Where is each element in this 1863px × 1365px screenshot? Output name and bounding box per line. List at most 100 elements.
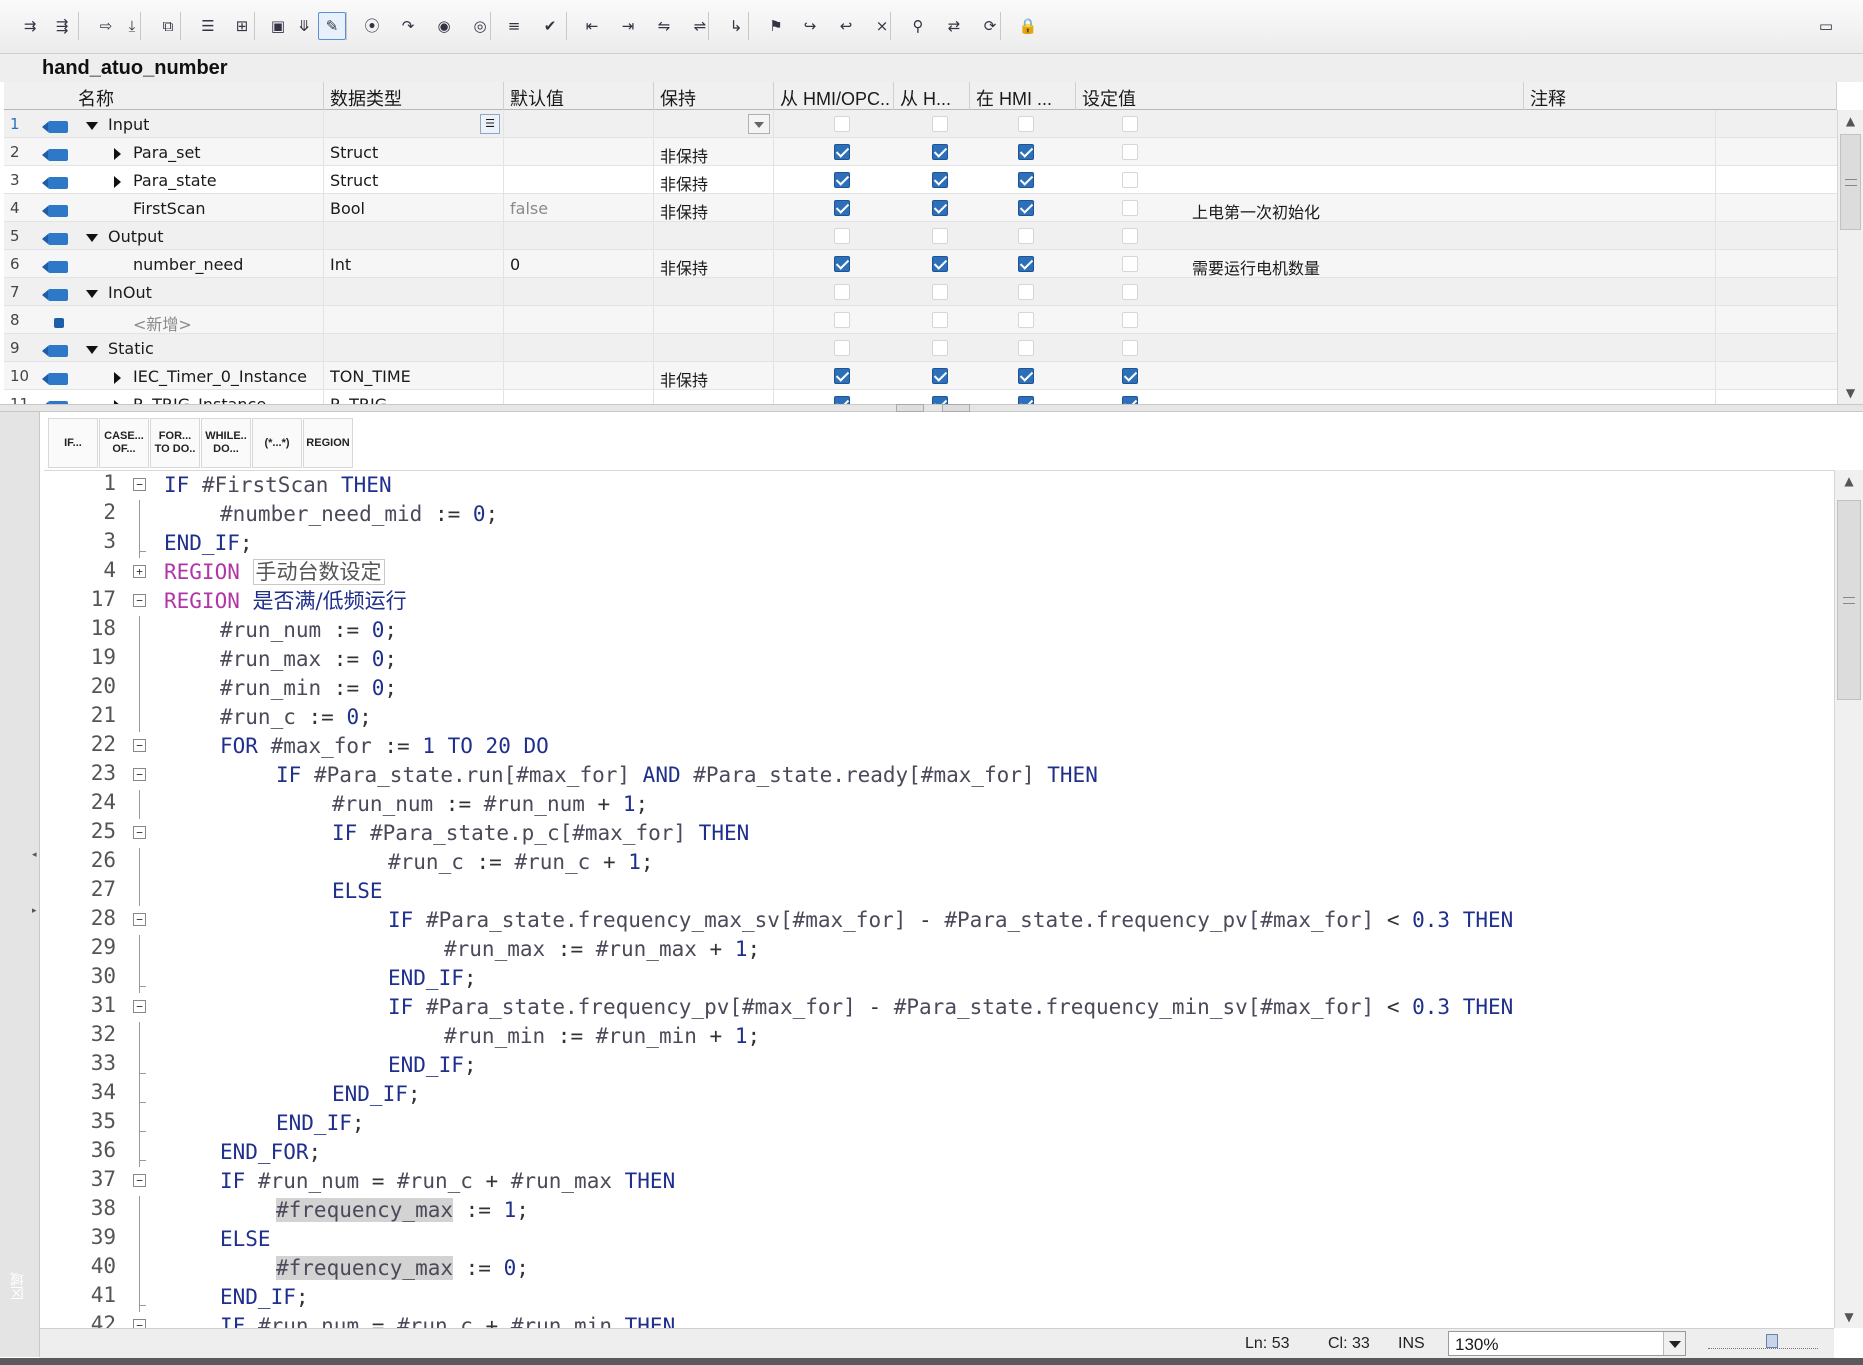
checkbox[interactable]	[1018, 144, 1034, 160]
code-line[interactable]: IF #Para_state.run[#max_for] AND #Para_s…	[276, 761, 1098, 790]
param-type[interactable]	[324, 306, 504, 334]
splitter-down-handle[interactable]	[942, 404, 970, 412]
goto-icon[interactable]: ↳	[722, 12, 750, 40]
insert-row-icon[interactable]: ⇉	[16, 12, 44, 40]
code-line[interactable]: #run_max := #run_max + 1;	[444, 935, 760, 964]
checkbox[interactable]	[834, 144, 850, 160]
code-area[interactable]: IF #FirstScan THEN #number_need_mid := 0;…	[164, 471, 1804, 1328]
expand-arrow-icon[interactable]	[114, 371, 121, 384]
expand-arrow-icon[interactable]	[114, 175, 121, 188]
param-name-cell[interactable]: number_need	[76, 250, 324, 278]
param-retain[interactable]: 非保持	[654, 250, 774, 278]
checkbox[interactable]	[1018, 200, 1034, 216]
interface-row[interactable]: 4 FirstScan Bool false 非保持 上电第一次初始化	[4, 194, 1837, 222]
chevron-down-icon[interactable]	[748, 114, 770, 134]
checkbox[interactable]	[1018, 284, 1034, 300]
fold-collapse-icon[interactable]: −	[133, 913, 146, 926]
fold-collapse-icon[interactable]: −	[133, 768, 146, 781]
bookmark-prev-icon[interactable]: ↩	[832, 12, 860, 40]
param-name-cell[interactable]: R_TRIG_Instance	[76, 390, 324, 404]
bookmark-clear-icon[interactable]: ⨯	[868, 12, 896, 40]
outdent-icon[interactable]: ⇥	[614, 12, 642, 40]
checkbox[interactable]	[834, 396, 850, 404]
param-default[interactable]	[504, 110, 654, 138]
uncomment-icon[interactable]: ⇌	[686, 12, 714, 40]
checkbox[interactable]	[1018, 172, 1034, 188]
code-line[interactable]: END_IF;	[276, 1109, 365, 1138]
checkbox[interactable]	[1122, 256, 1138, 272]
checkbox[interactable]	[1122, 172, 1138, 188]
param-default[interactable]: 0	[504, 250, 654, 278]
zoom-slider-knob[interactable]	[1766, 1334, 1778, 1348]
param-retain[interactable]	[654, 278, 774, 306]
param-type[interactable]: TON_TIME	[324, 362, 504, 390]
zoom-select[interactable]: 130%	[1448, 1331, 1686, 1356]
col-name-header[interactable]: 名称	[72, 82, 324, 110]
col-datatype-header[interactable]: 数据类型	[324, 82, 504, 110]
param-type[interactable]	[324, 110, 504, 138]
checkbox[interactable]	[834, 228, 850, 244]
checkbox[interactable]	[1122, 396, 1138, 404]
code-line[interactable]: END_IF;	[388, 1051, 477, 1080]
param-retain[interactable]	[654, 222, 774, 250]
code-line[interactable]: #run_min := 0;	[220, 674, 397, 703]
param-comment[interactable]: 需要运行电机数量	[1186, 250, 1716, 278]
code-line[interactable]: #run_max := 0;	[220, 645, 397, 674]
code-line[interactable]: IF #Para_state.frequency_pv[#max_for] - …	[388, 993, 1513, 1022]
checkbox[interactable]	[834, 116, 850, 132]
code-line[interactable]: IF #FirstScan THEN	[164, 471, 392, 500]
scroll-down-icon[interactable]: ▼	[1838, 382, 1863, 404]
case-of-button[interactable]: CASE... OF...	[99, 418, 149, 468]
param-default[interactable]	[504, 306, 654, 334]
col-hmi-visible-header[interactable]: 从 H...	[894, 82, 970, 110]
code-line[interactable]: #run_c := 0;	[220, 703, 372, 732]
editor-scrollbar[interactable]: ▲ ▼	[1834, 470, 1863, 1328]
checkbox[interactable]	[834, 172, 850, 188]
checkbox[interactable]	[1122, 144, 1138, 160]
code-line[interactable]: #frequency_max := 0;	[276, 1254, 529, 1283]
checkbox[interactable]	[1122, 312, 1138, 328]
param-name-cell[interactable]: InOut	[76, 278, 324, 306]
interface-row[interactable]: 6 number_need Int 0 非保持 需要运行电机数量	[4, 250, 1837, 278]
checkbox[interactable]	[932, 312, 948, 328]
param-comment[interactable]: 上电第一次初始化	[1186, 194, 1716, 222]
interface-row[interactable]: 8 <新增>	[4, 306, 1837, 334]
param-comment[interactable]	[1186, 110, 1716, 138]
indent-icon[interactable]: ⇤	[578, 12, 606, 40]
checkbox[interactable]	[1122, 200, 1138, 216]
interface-row[interactable]: 11 R_TRIG_Instance R_TRIG	[4, 390, 1837, 404]
checkbox[interactable]	[1018, 312, 1034, 328]
fold-collapse-icon[interactable]: −	[133, 1174, 146, 1187]
code-line[interactable]: #frequency_max := 1;	[276, 1196, 529, 1225]
chevron-down-icon[interactable]	[1663, 1332, 1685, 1355]
code-line[interactable]: ELSE	[332, 877, 383, 906]
code-line[interactable]: #run_c := #run_c + 1;	[388, 848, 654, 877]
fold-collapse-icon[interactable]: −	[133, 594, 146, 607]
watch-icon[interactable]: ◉	[430, 12, 458, 40]
interface-row[interactable]: 3 Para_state Struct 非保持	[4, 166, 1837, 194]
param-retain[interactable]	[654, 390, 774, 404]
checkbox[interactable]	[834, 340, 850, 356]
col-comment-header[interactable]: 注释	[1524, 82, 1837, 110]
code-line[interactable]: #run_min := #run_min + 1;	[444, 1022, 760, 1051]
interface-row[interactable]: 10 IEC_Timer_0_Instance TON_TIME 非保持	[4, 362, 1837, 390]
fold-expand-icon[interactable]: +	[133, 565, 146, 578]
param-default[interactable]	[504, 166, 654, 194]
collapse-left-icon[interactable]: ◂	[32, 850, 37, 860]
code-line[interactable]: IF #Para_state.p_c[#max_for] THEN	[332, 819, 749, 848]
code-line[interactable]: ELSE	[220, 1225, 271, 1254]
param-name-cell[interactable]: Para_set	[76, 138, 324, 166]
checkbox[interactable]	[932, 144, 948, 160]
scl-code-editor[interactable]: 1−2 3 4 +17−18 19 20 21 22−23−24 25−26 27 28−29 30 3…	[44, 470, 1834, 1328]
checkbox[interactable]	[1122, 116, 1138, 132]
param-name-cell[interactable]: Static	[76, 334, 324, 362]
param-type[interactable]: Struct	[324, 138, 504, 166]
copy-icon[interactable]: ⧉	[154, 12, 182, 40]
param-comment[interactable]	[1186, 166, 1716, 194]
code-line[interactable]: IF #run_num = #run_c + #run_min THEN	[220, 1312, 675, 1328]
param-retain[interactable]: 非保持	[654, 166, 774, 194]
checkbox[interactable]	[834, 200, 850, 216]
code-line[interactable]: IF #Para_state.frequency_max_sv[#max_for…	[388, 906, 1513, 935]
param-type[interactable]: Struct	[324, 166, 504, 194]
param-name-cell[interactable]: Input	[76, 110, 324, 138]
